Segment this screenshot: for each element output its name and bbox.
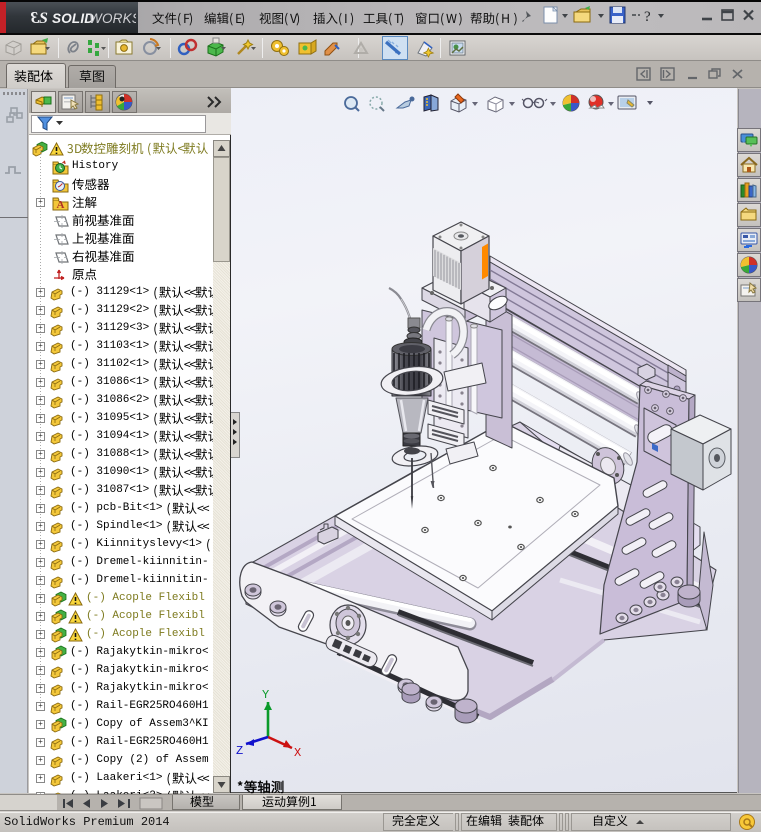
svg-text:WORKS: WORKS (89, 11, 136, 26)
svg-text:Y: Y (262, 688, 269, 702)
svg-text:Z: Z (236, 744, 243, 758)
svg-text:SOLID: SOLID (52, 11, 94, 26)
svg-text:A: A (57, 199, 65, 211)
svg-text:X: X (294, 746, 301, 760)
svg-text:?: ? (644, 9, 651, 25)
svg-text:S: S (39, 10, 48, 27)
